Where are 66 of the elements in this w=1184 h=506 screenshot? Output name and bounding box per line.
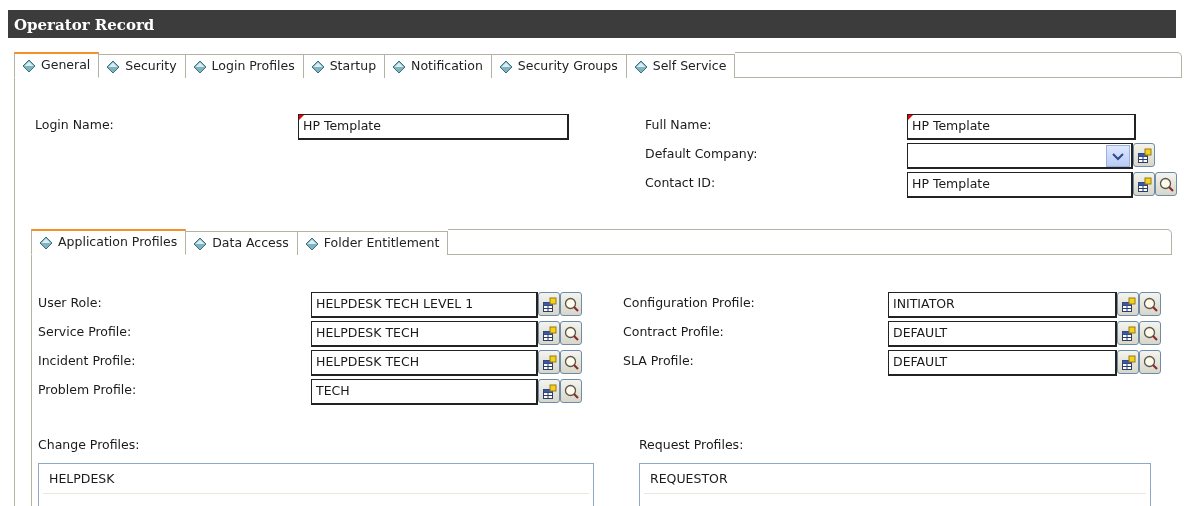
diamond-icon (305, 237, 318, 250)
search-button[interactable] (1139, 321, 1161, 345)
tab[interactable]: Login Profiles (185, 54, 304, 78)
search-button[interactable] (1139, 350, 1161, 374)
table-button[interactable] (1133, 172, 1155, 196)
list-label: Request Profiles: (639, 436, 745, 454)
table-button[interactable] (538, 379, 560, 403)
field-label: Incident Profile: (38, 352, 137, 370)
field-label: SLA Profile: (623, 352, 695, 370)
tab[interactable]: Security Groups (491, 54, 627, 78)
field-label: Default Company: (645, 145, 759, 163)
field-label: Contract Profile: (623, 323, 725, 341)
dropdown-button[interactable] (1106, 145, 1130, 167)
tab[interactable]: Data Access (186, 231, 298, 255)
input-field[interactable]: HELPDESK TECH (311, 321, 538, 347)
tab[interactable]: Startup (303, 54, 386, 78)
list-item[interactable]: HELPDESK (43, 465, 589, 494)
tab[interactable]: Folder Entitlement (297, 231, 449, 255)
input-field[interactable]: HP Template (298, 114, 569, 140)
field-label: Contact ID: (645, 174, 717, 192)
input-field[interactable]: HELPDESK TECH LEVEL 1 (311, 292, 538, 318)
field-label: Full Name: (645, 116, 713, 134)
input-field[interactable]: TECH (311, 379, 538, 405)
diamond-icon (499, 60, 512, 73)
search-button[interactable] (1155, 172, 1177, 196)
input-field[interactable]: DEFAULT (888, 321, 1117, 347)
table-button[interactable] (538, 292, 560, 316)
search-button[interactable] (560, 350, 582, 374)
field-label: Service Profile: (38, 323, 133, 341)
tab[interactable]: Self Service (626, 54, 736, 78)
search-button[interactable] (1139, 292, 1161, 316)
input-field[interactable]: HELPDESK TECH (311, 350, 538, 376)
tab[interactable]: Notification (385, 54, 492, 78)
diamond-icon (194, 237, 207, 250)
field-label: Login Name: (35, 116, 115, 134)
list-item[interactable]: REQUESTOR (644, 465, 1146, 494)
diamond-icon (23, 59, 35, 72)
tab[interactable]: Security (99, 54, 186, 78)
table-button[interactable] (1133, 143, 1155, 167)
field-label: User Role: (38, 294, 103, 312)
table-button[interactable] (1117, 292, 1139, 316)
input-field[interactable]: HP Template (907, 114, 1136, 140)
search-button[interactable] (560, 321, 582, 345)
diamond-icon (193, 60, 206, 73)
input-field[interactable]: DEFAULT (888, 350, 1117, 376)
field-label: Configuration Profile: (623, 294, 756, 312)
search-button[interactable] (560, 292, 582, 316)
field-label: Problem Profile: (38, 381, 138, 399)
window-title: Operator Record (8, 10, 1176, 38)
input-field[interactable]: HP Template (907, 172, 1133, 198)
list-label: Change Profiles: (38, 436, 141, 454)
tab[interactable]: General (14, 52, 100, 78)
table-button[interactable] (538, 350, 560, 374)
diamond-icon (107, 60, 120, 73)
diamond-icon (393, 60, 406, 73)
table-button[interactable] (1117, 321, 1139, 345)
chevron-down-icon (1112, 151, 1124, 161)
diamond-icon (40, 236, 52, 249)
table-button[interactable] (538, 321, 560, 345)
input-field[interactable]: INITIATOR (888, 292, 1117, 318)
diamond-icon (311, 60, 324, 73)
tab[interactable]: Application Profiles (31, 229, 187, 255)
dropdown-field[interactable] (907, 143, 1133, 169)
table-button[interactable] (1117, 350, 1139, 374)
diamond-icon (634, 60, 647, 73)
search-button[interactable] (560, 379, 582, 403)
